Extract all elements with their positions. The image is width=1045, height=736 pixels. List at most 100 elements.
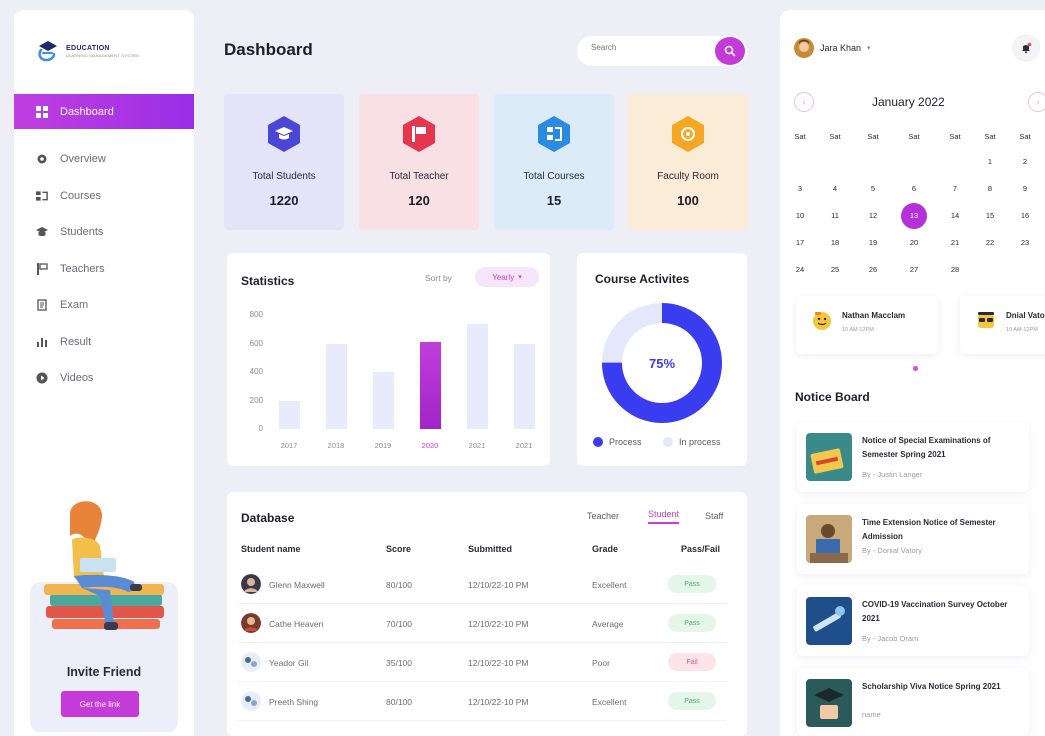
legend-dot (663, 437, 673, 447)
calendar-day[interactable]: 19 (860, 232, 886, 254)
sidebar-item-exam[interactable]: Exam (14, 287, 194, 324)
sunglasses-icon (978, 312, 994, 328)
table-row[interactable]: Cathe Heaven 70/100 12/10/22-10 PM Avera… (237, 605, 727, 643)
brand-logo[interactable]: EDUCATION LEARNING MANAGEMENT SYSTEM (36, 38, 139, 64)
database-panel: Database Teacher Student Staff Student n… (227, 492, 747, 736)
calendar-day[interactable]: 21 (942, 232, 968, 254)
tab-teacher[interactable]: Teacher (587, 511, 619, 521)
grade: Average (592, 619, 624, 629)
stat-label: Total Students (252, 171, 316, 182)
bar-2020[interactable] (420, 342, 441, 429)
calendar-day[interactable]: 23 (1012, 232, 1038, 254)
x-tick-label: 2018 (327, 441, 345, 450)
carousel-indicator[interactable] (913, 366, 918, 371)
table-row[interactable]: Yeador Gil 35/100 12/10/22-10 PM Poor Fa… (237, 644, 727, 682)
calendar-day[interactable]: 13 (901, 203, 927, 229)
calendar-day[interactable]: 18 (822, 232, 848, 254)
calendar-day[interactable]: 10 (787, 205, 813, 227)
course-activities-title: Course Activites (595, 272, 690, 286)
sidebar-item-students[interactable]: Students (14, 214, 194, 251)
notice-item[interactable]: Time Extension Notice of Semester Admiss… (797, 504, 1029, 574)
notice-item[interactable]: Scholarship Viva Notice Spring 2021 name (797, 668, 1029, 736)
prev-month-button[interactable]: ‹ (794, 92, 814, 112)
student-name: Preeth Shing (269, 697, 319, 707)
sidebar-item-videos[interactable]: Videos (14, 360, 194, 397)
calendar-day[interactable]: 20 (901, 232, 927, 254)
notice-thumbnail (806, 515, 852, 563)
sidebar-item-result[interactable]: Result (14, 324, 194, 361)
event-name: Dnial Vato (1006, 311, 1045, 320)
stat-value: 120 (408, 193, 430, 208)
calendar-day[interactable]: 15 (977, 205, 1003, 227)
user-menu[interactable]: Jara Khan ▾ (794, 38, 871, 58)
weekday-label: Sat (984, 132, 996, 141)
event-card[interactable]: Dnial Vato 10 AM-12PM (960, 296, 1045, 354)
calendar-day[interactable]: 2 (1012, 151, 1038, 173)
column-header: Student name (241, 544, 301, 554)
calendar-day[interactable]: 4 (822, 178, 848, 200)
stat-card-total-courses[interactable]: Total Courses 15 (494, 94, 614, 230)
stat-card-total-teacher[interactable]: Total Teacher 120 (359, 94, 479, 230)
notice-item[interactable]: Notice of Special Examinations of Semest… (797, 422, 1029, 492)
education-logo-icon (36, 38, 60, 64)
calendar-day[interactable]: 26 (860, 259, 886, 281)
status-badge: Fail (668, 653, 716, 671)
bar-2018[interactable] (326, 343, 347, 429)
calendar-day[interactable]: 27 (901, 259, 927, 281)
grade: Excellent (592, 580, 627, 590)
weekday-label: Sat (867, 132, 879, 141)
tab-student[interactable]: Student (648, 509, 680, 524)
calendar-day[interactable]: 17 (787, 232, 813, 254)
avatar (241, 574, 261, 594)
search-button[interactable] (715, 37, 745, 65)
stat-value: 100 (677, 193, 699, 208)
graduation-cap-icon (36, 226, 48, 238)
calendar-day[interactable]: 7 (942, 178, 968, 200)
stat-card-total-students[interactable]: Total Students 1220 (224, 94, 344, 230)
sidebar-item-overview[interactable]: Overview (14, 141, 194, 178)
stat-value: 15 (546, 193, 562, 208)
notice-item[interactable]: COVID-19 Vaccination Survey October 2021… (797, 586, 1029, 656)
get-link-button[interactable]: Get the link (61, 691, 139, 717)
next-month-button[interactable]: › (1028, 92, 1045, 112)
bar-2019[interactable] (373, 372, 394, 429)
calendar-day[interactable]: 9 (1012, 178, 1038, 200)
table-row[interactable]: Glenn Maxwell 80/100 12/10/22-10 PM Exce… (237, 566, 727, 604)
calendar-day[interactable]: 6 (901, 178, 927, 200)
calendar-day[interactable]: 8 (977, 178, 1003, 200)
table-row[interactable]: Preeth Shing 80/100 12/10/22-10 PM Excel… (237, 683, 727, 721)
calendar-day[interactable]: 5 (860, 178, 886, 200)
weekday-label: Sat (1019, 132, 1031, 141)
column-header: Score (386, 544, 412, 554)
stat-card-faculty-room[interactable]: Faculty Room 100 (628, 94, 748, 230)
sidebar-nav: Dashboard Overview Courses Students Teac… (14, 94, 194, 397)
bar-2021[interactable] (514, 343, 535, 429)
legend-dot (593, 437, 603, 447)
notice-author: name (862, 710, 881, 719)
calendar-day[interactable]: 12 (860, 205, 886, 227)
bar-2021[interactable] (467, 323, 488, 429)
calendar-day[interactable]: 1 (977, 151, 1003, 173)
grade: Excellent (592, 697, 627, 707)
sidebar-item-teachers[interactable]: Teachers (14, 251, 194, 288)
notification-button[interactable] (1012, 34, 1040, 62)
calendar-day[interactable]: 14 (942, 205, 968, 227)
calendar-day[interactable]: 25 (822, 259, 848, 281)
bar-2017[interactable] (279, 400, 300, 429)
y-tick-label: 800 (249, 310, 263, 319)
calendar-day[interactable]: 28 (942, 259, 968, 281)
brand-tagline: LEARNING MANAGEMENT SYSTEM (66, 52, 139, 58)
tab-staff[interactable]: Staff (705, 511, 723, 521)
event-card[interactable]: Nathan Macclam 10 AM-12PM (796, 296, 938, 354)
calendar-day[interactable]: 16 (1012, 205, 1038, 227)
column-header: Pass/Fail (681, 544, 721, 554)
sort-select[interactable]: Yearly ▾ (475, 267, 539, 287)
sidebar-item-courses[interactable]: Courses (14, 178, 194, 215)
calendar-day[interactable]: 3 (787, 178, 813, 200)
weekday-label: Sat (949, 132, 961, 141)
calendar-day[interactable]: 24 (787, 259, 813, 281)
calendar-day[interactable]: 11 (822, 205, 848, 227)
sidebar-item-dashboard[interactable]: Dashboard (14, 94, 194, 129)
search-input[interactable] (591, 43, 701, 52)
calendar-day[interactable]: 22 (977, 232, 1003, 254)
